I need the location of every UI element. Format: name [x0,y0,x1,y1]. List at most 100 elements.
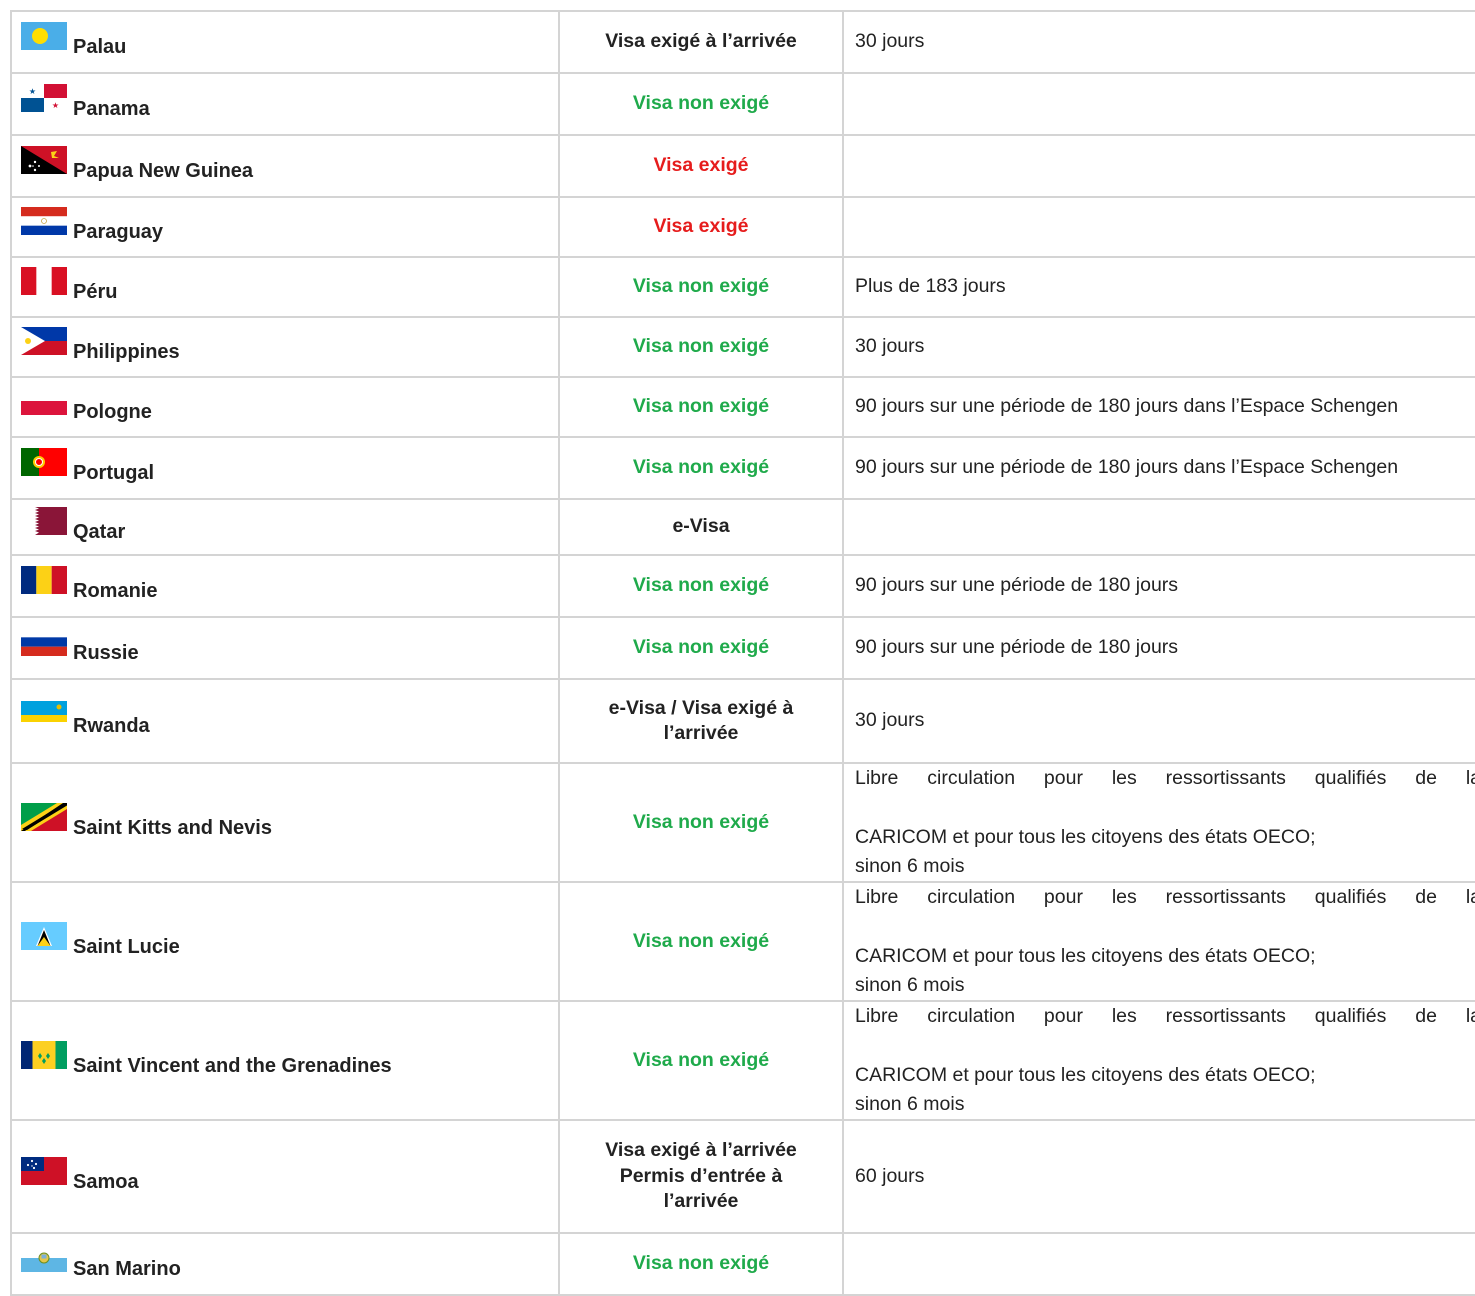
rwanda-flag-icon [21,701,67,729]
saint-lucia-flag-icon [21,921,67,950]
visa-status: Visa non exigé [632,275,770,298]
visa-status: e-Visa / Visa exigé à l’arrivée [608,696,794,744]
visa-status: Visa non exigé [632,92,770,115]
visa-status: Visa exigé à l’arrivée Permis d’entrée à… [605,1139,797,1213]
table-row: Péru Visa non exigé Plus de 183 jours [10,256,1475,318]
poland-flag-icon [21,387,67,415]
table-row: Palau Visa exigé à l’arrivée 30 jours [10,10,1475,74]
stay-duration: 90 jours sur une période de 180 jours [855,574,1179,597]
philippines-flag-icon [21,327,67,355]
country-name: Portugal [73,462,155,485]
table-row: ★ ★ Panama Visa non exigé [10,72,1475,136]
visa-status: Visa exigé [653,154,749,177]
visa-status-cell: Visa exigé à l’arrivée Permis d’entrée à… [558,1119,844,1234]
visa-status: Visa exigé [653,215,749,238]
stay-duration-cell: 60 jours [842,1119,1475,1234]
stay-duration-cell: Libre circulation pour les ressortissant… [842,881,1475,1002]
country-name: Romanie [73,580,158,603]
table-row: Russie Visa non exigé 90 jours sur une pér… [10,616,1475,680]
stay-duration: 90 jours sur une période de 180 jours [855,636,1179,659]
table-row: Romanie Visa non exigé 90 jours sur une pé… [10,554,1475,618]
country-name: Pologne [73,401,152,424]
visa-status-cell: e-Visa / Visa exigé à l’arrivée [558,678,844,764]
country-cell: Philippines [10,316,560,378]
stay-duration-line: CARICOM et pour tous les citoyens des ét… [855,825,1316,848]
stay-duration-cell: 90 jours sur une période de 180 jours da… [842,376,1475,438]
country-cell: Papua New Guinea [10,134,560,198]
visa-status: Visa non exigé [632,636,770,659]
stay-duration-line: sinon 6 mois [855,854,965,877]
table-row: Philippines Visa non exigé 30 jours [10,316,1475,378]
country-cell: Pologne [10,376,560,438]
stay-duration: 30 jours [855,30,925,53]
table-row: Samoa Visa exigé à l’arrivée Permis d’ent… [10,1119,1475,1234]
russia-flag-icon [21,628,67,656]
country-cell: ★ ★ Panama [10,72,560,136]
stay-duration-cell [842,498,1475,556]
stay-duration: 90 jours sur une période de 180 jours da… [855,395,1399,418]
country-name: Russie [73,642,139,665]
stay-duration-cell: Plus de 183 jours [842,256,1475,318]
stay-duration-cell [842,72,1475,136]
paraguay-flag-icon [21,207,67,235]
stay-duration-line: Libre circulation pour les ressortissant… [855,767,1475,789]
stay-duration-cell: 90 jours sur une période de 180 jours [842,554,1475,618]
stay-duration-line: CARICOM et pour tous les citoyens des ét… [855,944,1316,967]
country-cell: Palau [10,10,560,74]
stay-duration-cell: Libre circulation pour les ressortissant… [842,1000,1475,1121]
svg-text:★: ★ [29,87,36,96]
visa-status: e-Visa [672,515,730,538]
table-row: Saint Vincent and the Grenadines Visa non… [10,1000,1475,1121]
visa-status: Visa non exigé [632,810,770,833]
visa-status: Visa non exigé [632,574,770,597]
country-name: Péru [73,281,118,304]
stay-duration-line: sinon 6 mois [855,1092,965,1115]
stay-duration-cell [842,1232,1475,1296]
country-name: San Marino [73,1258,181,1281]
table-row: Saint Lucie Visa non exigé Libre circulati… [10,881,1475,1002]
visa-status-cell: Visa non exigé [558,72,844,136]
palau-flag-icon [21,22,67,50]
country-cell: Russie [10,616,560,680]
country-name: Philippines [73,341,180,364]
peru-flag-icon [21,267,67,295]
table-row: Papua New Guinea Visa exigé [10,134,1475,198]
stay-duration-cell [842,134,1475,198]
visa-status: Visa non exigé [632,395,770,418]
country-name: Samoa [73,1170,139,1193]
country-cell: Qatar [10,498,560,556]
stay-duration: 30 jours [855,335,925,358]
visa-status-cell: Visa non exigé [558,316,844,378]
country-name: Rwanda [73,715,150,738]
visa-status: Visa non exigé [632,1252,770,1275]
panama-flag-icon: ★ ★ [21,84,67,112]
visa-requirements-table: Palau Visa exigé à l’arrivée 30 jours ★ ★ Pan… [10,10,1475,1296]
svg-text:★: ★ [52,101,59,110]
visa-status-cell: Visa non exigé [558,881,844,1002]
country-name: Saint Kitts and Nevis [73,816,272,839]
country-name: Qatar [73,521,126,544]
visa-status-cell: Visa non exigé [558,762,844,883]
papua-new-guinea-flag-icon [21,146,67,174]
stay-duration-cell: 30 jours [842,678,1475,764]
country-cell: Rwanda [10,678,560,764]
stay-duration-line: Libre circulation pour les ressortissant… [855,886,1475,908]
san-marino-flag-icon [21,1244,67,1272]
table-row: San Marino Visa non exigé [10,1232,1475,1296]
saint-vincent-flag-icon [21,1040,67,1069]
visa-status-cell: Visa non exigé [558,436,844,500]
table-row: Portugal Visa non exigé 90 jours sur une p… [10,436,1475,500]
stay-duration-cell: Libre circulation pour les ressortissant… [842,762,1475,883]
stay-duration-line: Libre circulation pour les ressortissant… [855,1005,1475,1027]
country-cell: Saint Vincent and the Grenadines [10,1000,560,1121]
visa-status: Visa non exigé [632,456,770,479]
stay-duration-cell [842,196,1475,258]
country-cell: Saint Lucie [10,881,560,1002]
visa-status: Visa exigé à l’arrivée [605,30,797,53]
country-cell: Saint Kitts and Nevis [10,762,560,883]
country-name: Paraguay [73,221,164,244]
stay-duration: 90 jours sur une période de 180 jours da… [855,456,1399,479]
table-row: Rwanda e-Visa / Visa exigé à l’arrivée 30 … [10,678,1475,764]
country-name: Saint Vincent and the Grenadines [73,1054,392,1077]
visa-status-cell: Visa non exigé [558,256,844,318]
